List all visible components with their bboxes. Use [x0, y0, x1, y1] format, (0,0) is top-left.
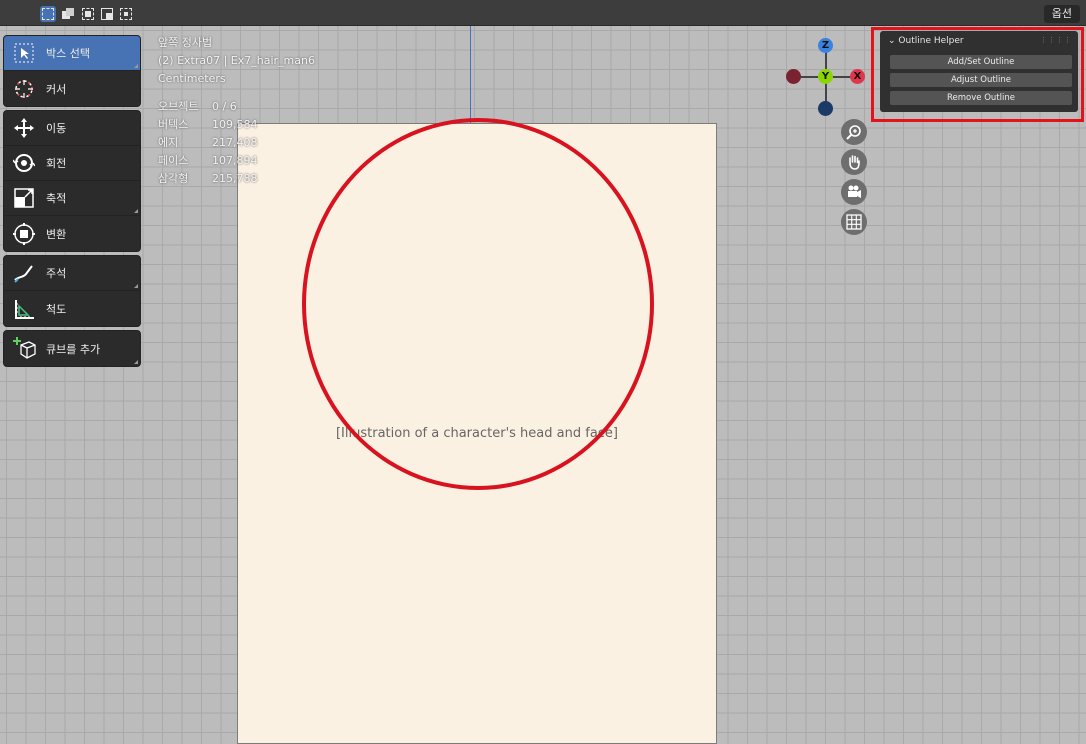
stat-name: 페이스: [158, 154, 189, 167]
select-extend-icon: [62, 8, 74, 20]
gizmo-y-axis-ball[interactable]: Y: [818, 69, 833, 84]
tool-label: 회전: [46, 157, 67, 170]
annotate-icon: [12, 261, 36, 285]
view-name: 앞쪽 정사법: [158, 36, 213, 49]
tool-submenu-indicator: [134, 209, 138, 213]
tool-scale[interactable]: 축적: [4, 181, 140, 216]
tool-label: 주석: [46, 267, 67, 280]
stat-row-vertices: 버텍스 109,584: [158, 116, 315, 134]
select-intersect-mode-button[interactable]: [118, 6, 134, 22]
select-subtract-icon: [82, 8, 94, 20]
toolbar-group-add: 큐브를 추가: [3, 330, 141, 367]
viewport-info-overlay: 앞쪽 정사법 (2) Extra07 | Ex7_hair_man6 Centi…: [158, 34, 315, 188]
tool-label: 척도: [46, 302, 67, 316]
tool-label: 축적: [46, 192, 67, 205]
stat-row-triangles: 삼각형 215,788: [158, 170, 315, 188]
hand-pan-icon: [849, 155, 860, 170]
tool-label: 큐브를 추가: [46, 342, 101, 356]
scale-icon: [12, 186, 36, 210]
gizmo-neg-x-axis-ball[interactable]: [786, 69, 801, 84]
tool-label: 박스 선택: [46, 47, 90, 60]
stat-value: 215,788: [212, 172, 258, 185]
select-extend-mode-button[interactable]: [60, 6, 76, 22]
tool-measure[interactable]: 척도: [4, 291, 140, 326]
select-subtract-mode-button[interactable]: [80, 6, 96, 22]
move-icon: [12, 116, 36, 140]
toolbar-group-transform: 이동 회전 축적 변환: [3, 110, 141, 252]
stat-name: 버텍스: [158, 118, 189, 131]
gizmo-x-axis-ball[interactable]: X: [850, 69, 865, 84]
select-new-icon: [42, 8, 54, 20]
highlight-circle: [302, 118, 654, 490]
stat-row-edges: 에지 217,408: [158, 134, 315, 152]
tool-label: 변환: [46, 227, 67, 241]
tool-move[interactable]: 이동: [4, 111, 140, 146]
highlight-box: [871, 27, 1084, 122]
stat-value: 217,408: [212, 136, 258, 149]
options-button[interactable]: 옵션: [1043, 5, 1080, 23]
tool-annotate[interactable]: 주석: [4, 256, 140, 291]
camera-icon: [848, 185, 861, 198]
zoom-icon: [846, 125, 861, 140]
tool-add-cube[interactable]: 큐브를 추가: [4, 331, 140, 366]
stat-name: 오브젝트: [158, 100, 199, 113]
transform-icon: [12, 222, 36, 246]
tool-box-select[interactable]: 박스 선택: [4, 36, 140, 71]
tool-transform[interactable]: 변환: [4, 216, 140, 251]
gizmo-neg-z-axis-ball[interactable]: [818, 101, 833, 116]
grid-icon: [846, 214, 862, 230]
pan-button[interactable]: [841, 149, 867, 175]
stat-name: 삼각형: [158, 172, 189, 185]
tool-label: 커서: [46, 82, 67, 96]
ortho-toggle-button[interactable]: [841, 209, 867, 235]
gizmo-z-axis-ball[interactable]: Z: [818, 38, 833, 53]
stat-name: 에지: [158, 136, 179, 149]
stat-row-faces: 페이스 107,894: [158, 152, 315, 170]
tool-rotate[interactable]: 회전: [4, 146, 140, 181]
unit-label: Centimeters: [158, 72, 226, 85]
stat-value: 107,894: [212, 154, 258, 167]
select-invert-icon: [101, 8, 113, 20]
stat-row-objects: 오브젝트 0 / 6: [158, 98, 315, 116]
toolbar-group-annotate: 주석 척도: [3, 255, 141, 327]
tool-label: 이동: [46, 122, 67, 135]
zoom-button[interactable]: [841, 119, 867, 145]
tool-submenu-indicator: [134, 360, 138, 364]
select-new-mode-button[interactable]: [40, 6, 56, 22]
add-cube-icon: [12, 336, 36, 361]
rotate-icon: [12, 151, 36, 175]
stat-value: 0 / 6: [212, 100, 237, 113]
tool-submenu-indicator: [134, 284, 138, 288]
viewport-header: 옵션: [0, 0, 1086, 26]
select-intersect-icon: [120, 8, 132, 20]
camera-view-button[interactable]: [841, 179, 867, 205]
stat-value: 109,584: [212, 118, 258, 131]
tool-cursor[interactable]: 커서: [4, 71, 140, 106]
select-invert-mode-button[interactable]: [99, 6, 115, 22]
collection-object-label: (2) Extra07 | Ex7_hair_man6: [158, 54, 315, 67]
toolbar-group-select: 박스 선택 커서: [3, 35, 141, 107]
cursor-select-icon: [12, 41, 36, 65]
tool-submenu-indicator: [134, 64, 138, 68]
3d-cursor-icon: [12, 77, 36, 101]
measure-icon: [12, 297, 36, 321]
